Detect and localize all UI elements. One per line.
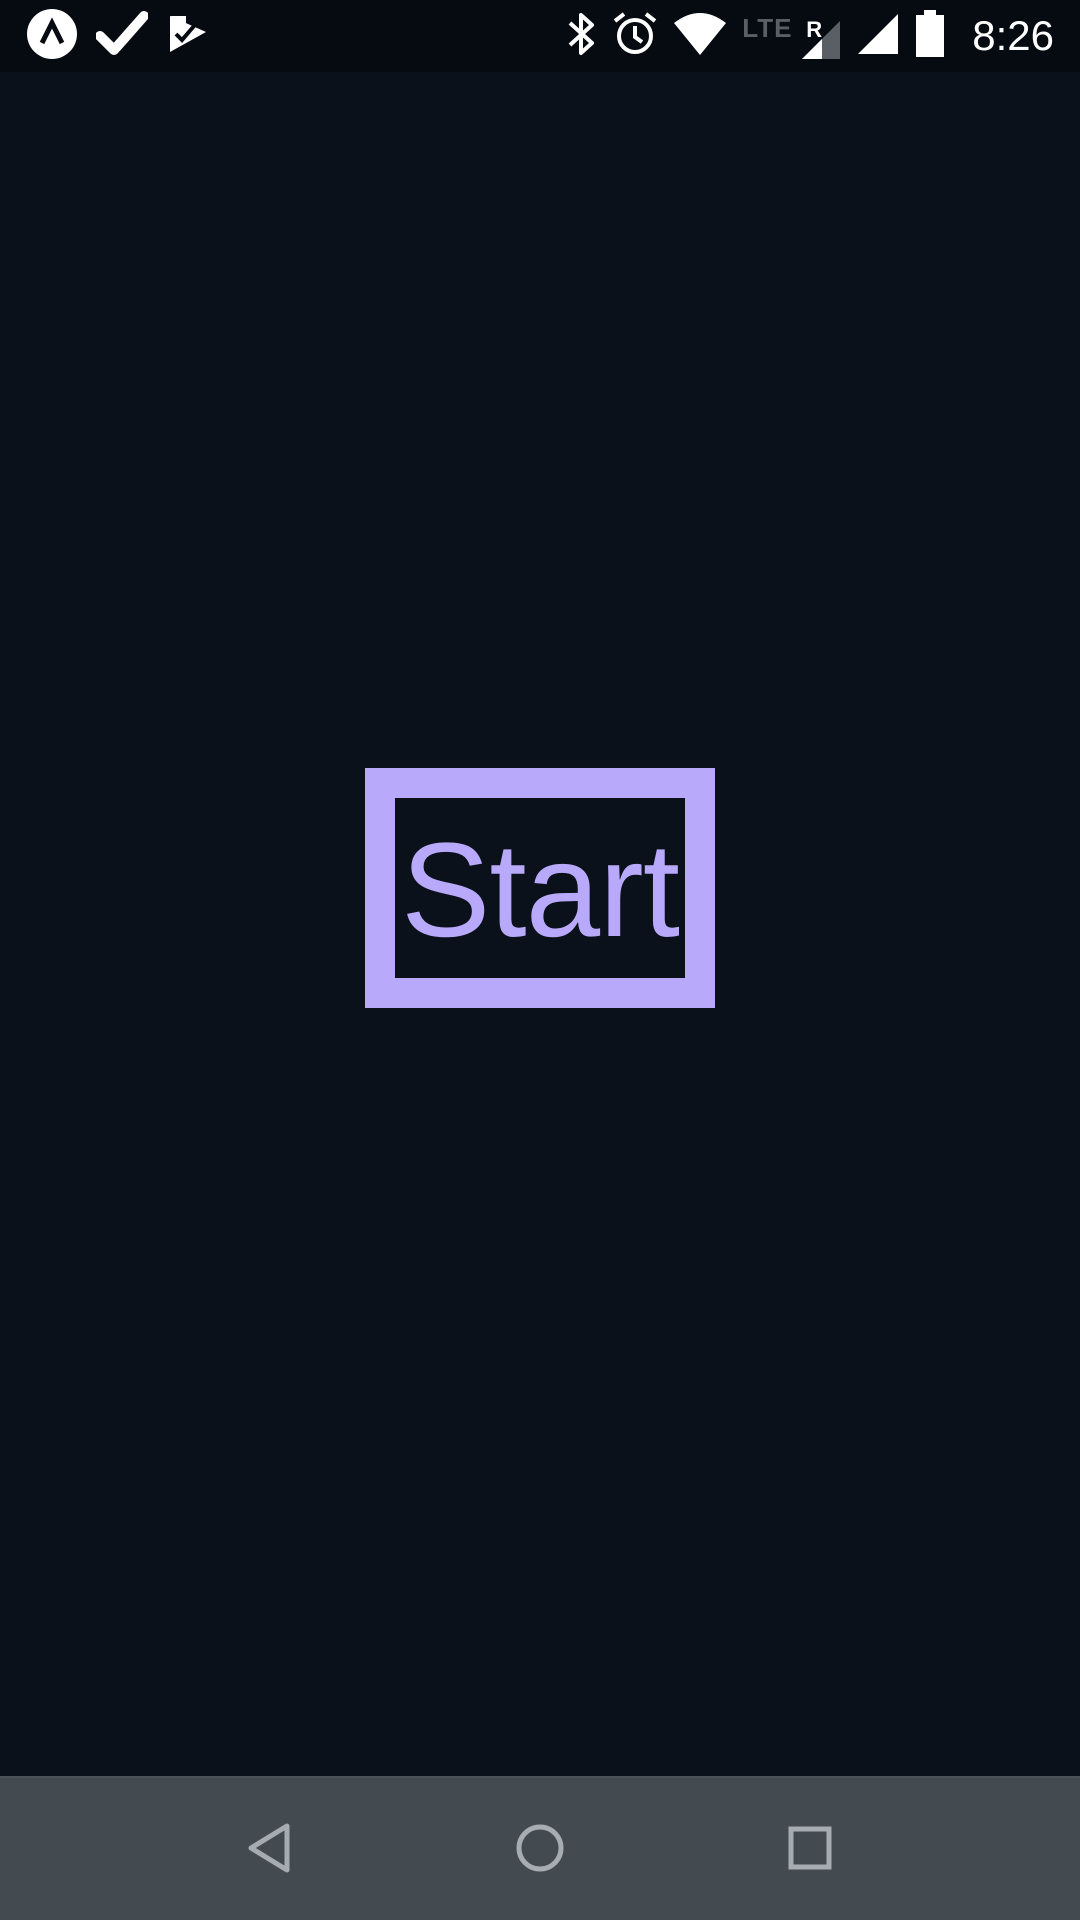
roaming-label: R <box>806 17 823 42</box>
start-button-label: Start <box>401 816 680 965</box>
start-button[interactable]: Start <box>365 768 715 1008</box>
check-icon <box>95 8 149 65</box>
recents-button[interactable] <box>774 1814 846 1886</box>
back-button[interactable] <box>234 1814 306 1886</box>
home-button[interactable] <box>504 1814 576 1886</box>
battery-icon <box>914 9 946 63</box>
navigation-bar <box>0 1776 1080 1920</box>
network-type-label: LTE <box>742 13 793 43</box>
status-system-icons: LTE R 8:26 <box>564 9 1080 63</box>
status-notification-icons <box>0 8 210 65</box>
alarm-icon <box>612 11 658 62</box>
wifi-icon <box>672 11 728 62</box>
lte-signal-icon: LTE R <box>742 11 842 61</box>
task-check-icon <box>166 12 210 61</box>
bluetooth-icon <box>564 11 598 62</box>
status-time: 8:26 <box>972 12 1054 59</box>
status-bar: LTE R 8:26 <box>0 0 1080 72</box>
recents-icon <box>786 1824 834 1877</box>
main-content: Start <box>0 72 1080 1776</box>
home-icon <box>514 1822 566 1879</box>
app-notification-icon <box>26 8 78 65</box>
signal-icon <box>856 12 900 61</box>
back-icon <box>245 1822 295 1879</box>
